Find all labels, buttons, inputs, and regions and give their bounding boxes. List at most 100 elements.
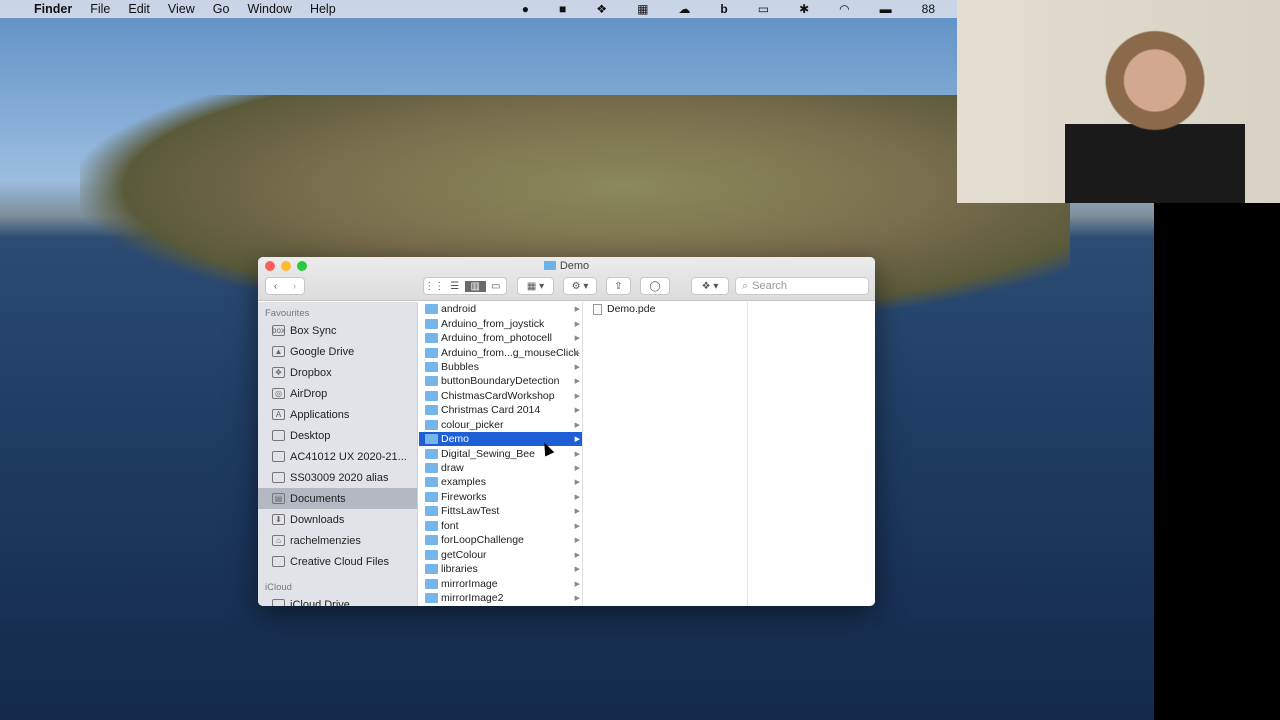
folder-item[interactable]: libraries ▶ [419,562,582,576]
folder-item[interactable]: mirrorImage2 ▶ [419,591,582,605]
sidebar: Favourites box Box Sync ▲ Google Drive ❖ Drop… [258,302,418,606]
folder-item[interactable]: draw ▶ [419,461,582,475]
folder-item[interactable]: Arduino_from...g_mouseClick ▶ [419,345,582,359]
disclosure-arrow-icon: ▶ [574,594,580,602]
bluetooth-icon[interactable]: ✱ [799,2,809,16]
folder-name: Christmas Card 2014 [441,404,541,417]
back-forward-buttons[interactable]: ‹ › [265,277,305,295]
sidebar-item[interactable]: ▤ Documents [258,488,417,509]
folder-item[interactable]: android ▶ [419,302,582,316]
menu-finder[interactable]: Finder [34,2,72,16]
search-input[interactable]: ⌕ Search [735,277,869,295]
disclosure-arrow-icon: ▶ [574,450,580,458]
sidebar-item[interactable]: ⌂ rachelmenzies [258,530,417,551]
icon-view-icon[interactable]: ⋮⋮ [424,281,445,292]
folder-item[interactable]: Arduino_from_photocell ▶ [419,331,582,345]
sidebar-item-icon [272,451,285,462]
sidebar-item[interactable]: ◎ AirDrop [258,383,417,404]
file-item[interactable]: Demo.pde [584,302,747,316]
list-view-icon[interactable]: ☰ [445,281,466,292]
webcam-overlay [957,0,1280,203]
b-icon[interactable]: b [720,2,727,16]
disclosure-arrow-icon: ▶ [574,378,580,386]
wifi-icon[interactable]: ◠ [839,2,849,16]
folder-icon [425,564,438,575]
flag-icon[interactable]: ▬ [880,2,892,16]
group-button[interactable]: ▦ ▾ [517,277,554,295]
sidebar-item-icon [272,430,285,441]
sidebar-item[interactable]: ❖ Dropbox [258,362,417,383]
folder-item[interactable]: colour_picker ▶ [419,418,582,432]
folder-icon [425,361,438,372]
sidebar-item[interactable]: ▲ Google Drive [258,341,417,362]
folder-item[interactable]: getColour ▶ [419,547,582,561]
sidebar-item[interactable]: SS03009 2020 alias [258,467,417,488]
folder-item[interactable]: FittsLawTest ▶ [419,504,582,518]
sidebar-item[interactable]: Creative Cloud Files [258,551,417,572]
dropbox-button[interactable]: ❖ ▾ [691,277,729,295]
menu-view[interactable]: View [168,2,195,16]
disclosure-arrow-icon: ▶ [574,306,580,314]
folder-item[interactable]: forLoopChallenge ▶ [419,533,582,547]
menu-file[interactable]: File [90,2,110,16]
sidebar-item-icon: ◎ [272,388,285,399]
folder-name: Arduino_from...g_mouseClick [441,346,579,359]
finder-window: Demo ‹ › ⋮⋮ ☰ ▥ ▭ ▦ ▾ ⚙ ▾ ⇪ ◯ ❖ ▾ ⌕ Search… [258,257,875,606]
disclosure-arrow-icon: ▶ [574,421,580,429]
column-3 [749,302,875,606]
creative-cloud-icon[interactable]: ● [522,2,529,16]
share-icon[interactable]: ⇪ [606,277,631,295]
menu-edit[interactable]: Edit [128,2,150,16]
sidebar-item[interactable]: ⬇ Downloads [258,509,417,530]
folder-icon [425,448,438,459]
folder-name: mirrorImage [441,577,498,590]
dashboard-icon[interactable]: ▦ [637,2,648,16]
folder-item[interactable]: examples ▶ [419,475,582,489]
folder-item[interactable]: mirrorImage ▶ [419,576,582,590]
dropbox-icon[interactable]: ❖ [596,2,607,16]
disclosure-arrow-icon: ▶ [574,392,580,400]
sidebar-item[interactable]: Desktop [258,425,417,446]
folder-item[interactable]: buttonBoundaryDetection ▶ [419,374,582,388]
folder-item[interactable]: Digital_Sewing_Bee ▶ [419,446,582,460]
sidebar-item[interactable]: box Box Sync [258,320,417,341]
disclosure-arrow-icon: ▶ [574,566,580,574]
folder-item[interactable]: ChistmasCardWorkshop ▶ [419,389,582,403]
back-icon[interactable]: ‹ [274,281,277,292]
action-gear-button[interactable]: ⚙ ▾ [563,277,597,295]
folder-item[interactable]: Christmas Card 2014 ▶ [419,403,582,417]
zoom-icon[interactable]: ■ [559,2,566,16]
folder-name: Arduino_from_photocell [441,332,552,345]
folder-icon [425,506,438,517]
folder-icon [425,318,438,329]
folder-item[interactable]: Arduino_from_joystick ▶ [419,316,582,330]
menu-go[interactable]: Go [213,2,230,16]
folder-icon [425,333,438,344]
gallery-view-icon[interactable]: ▭ [486,281,507,292]
folder-item[interactable]: Demo ▶ [419,431,582,447]
status-area: ● ■ ❖ ▦ ☁ b ▭ ✱ ◠ ▬ 88 [522,0,957,18]
sidebar-item[interactable]: AC41012 UX 2020-21... [258,446,417,467]
cloud-icon[interactable]: ☁ [678,2,690,16]
sidebar-item[interactable]: A Applications [258,404,417,425]
sidebar-item-icloud[interactable]: iCloud Drive [258,594,417,606]
folder-icon [425,463,438,474]
menu-window[interactable]: Window [247,2,291,16]
view-mode-buttons[interactable]: ⋮⋮ ☰ ▥ ▭ [423,277,507,295]
folder-item[interactable]: Fireworks ▶ [419,490,582,504]
sidebar-item-label: Google Drive [290,345,355,358]
folder-name: font [441,519,459,532]
folder-icon [543,261,556,270]
sidebar-item-label: Applications [290,408,350,421]
presenter-image [1065,28,1245,203]
menu-help[interactable]: Help [310,2,336,16]
display-icon[interactable]: ▭ [758,2,769,16]
column-view-icon[interactable]: ▥ [465,280,486,292]
folder-item[interactable]: font ▶ [419,519,582,533]
folder-name: examples [441,476,486,489]
disclosure-arrow-icon: ▶ [574,407,580,415]
forward-icon[interactable]: › [293,281,296,292]
tag-icon[interactable]: ◯ [640,277,670,295]
folder-item[interactable]: Bubbles ▶ [419,360,582,374]
folder-name: libraries [441,563,478,576]
